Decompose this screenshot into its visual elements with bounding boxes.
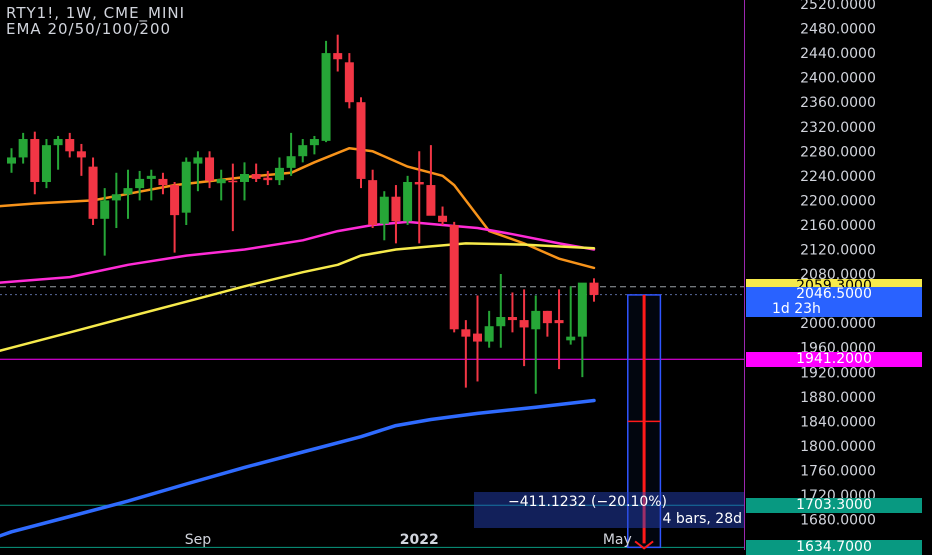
- candle-body: [507, 317, 517, 321]
- candle-body: [473, 333, 482, 342]
- x-tick-label: 2022: [400, 532, 439, 548]
- candle-body: [263, 177, 273, 181]
- x-tick-label: Sep: [185, 532, 212, 548]
- candle-body: [344, 62, 354, 103]
- candle-body: [240, 174, 249, 182]
- candle-body: [170, 185, 180, 216]
- y-tick-label: 1840.0000: [800, 414, 876, 430]
- ema100-line: [0, 242, 596, 353]
- candle-body: [519, 320, 529, 328]
- y-tick-label: 1880.0000: [800, 390, 876, 406]
- candle-body: [554, 320, 564, 324]
- candle-body: [449, 224, 459, 330]
- candle-body: [30, 139, 40, 182]
- price-tag: 1703.3000: [746, 497, 922, 513]
- candle-body: [426, 185, 436, 216]
- candle-body: [298, 145, 308, 157]
- candle-body: [53, 139, 63, 146]
- candle-body: [7, 157, 16, 164]
- candle-body: [181, 161, 191, 213]
- candle-body: [100, 200, 110, 219]
- candle-body: [286, 156, 296, 168]
- candle-body: [321, 53, 331, 141]
- y-tick-label: 2440.0000: [800, 46, 876, 62]
- price-chart[interactable]: 2520.0000 2480.0000 2440.0000 2400.0000 2360…: [0, 0, 932, 550]
- candle-body: [76, 151, 86, 158]
- y-tick-label: 2320.0000: [800, 120, 876, 136]
- candle-body: [228, 180, 238, 183]
- candle-body: [41, 145, 51, 182]
- candle-body: [18, 139, 28, 158]
- candle-body: [542, 310, 552, 324]
- candle-body: [403, 181, 413, 222]
- candle-body: [333, 53, 343, 60]
- y-tick-label: 1920.0000: [800, 365, 876, 381]
- candle-body: [274, 167, 284, 181]
- y-tick-label: 2240.0000: [800, 169, 876, 185]
- x-tick-label: May: [603, 532, 632, 548]
- candle-body: [158, 178, 168, 186]
- y-tick-label: 1680.0000: [800, 513, 876, 529]
- candle-body: [531, 310, 541, 330]
- price-tag: 1941.2000: [746, 351, 922, 367]
- candle-body: [193, 157, 203, 164]
- candle-body: [589, 282, 599, 295]
- y-tick-label: 2280.0000: [800, 144, 876, 160]
- candle-body: [438, 215, 448, 222]
- candle-body: [65, 139, 75, 152]
- y-tick-label: 1800.0000: [800, 439, 876, 455]
- y-tick-label: 2400.0000: [800, 71, 876, 87]
- y-tick-label: 2360.0000: [800, 95, 876, 111]
- y-tick-label: 2200.0000: [800, 193, 876, 209]
- candle-body: [414, 181, 424, 185]
- candle-body: [205, 157, 215, 181]
- candle-body: [123, 188, 133, 195]
- y-tick-label: 1760.0000: [800, 463, 876, 479]
- countdown-tag: 1d 23h: [746, 302, 922, 318]
- y-tick-label: 2120.0000: [800, 243, 876, 259]
- candle-body: [484, 326, 494, 342]
- y-tick-label: 2000.0000: [800, 316, 876, 332]
- y-tick-label: 2160.0000: [800, 218, 876, 234]
- measure-change-label: −411.1232 (−20.10%): [508, 494, 668, 510]
- candle-body: [135, 178, 145, 189]
- candle-body: [88, 166, 98, 219]
- price-tag: 1634.7000: [746, 539, 922, 555]
- price-tag: 2046.5000: [746, 287, 922, 303]
- candle-body: [496, 317, 506, 327]
- candle-body: [379, 196, 389, 224]
- candle-body: [146, 175, 156, 179]
- candle-body: [566, 336, 576, 341]
- ema50-line: [0, 220, 596, 284]
- candle-body: [309, 139, 319, 146]
- indicator-title: EMA 20/50/100/200: [6, 20, 172, 38]
- candle-body: [461, 329, 471, 337]
- candle-body: [356, 102, 366, 179]
- y-tick-label: 2480.0000: [800, 22, 876, 38]
- candle-body: [216, 178, 226, 184]
- candle-body: [368, 180, 378, 225]
- y-tick-label: 2520.0000: [800, 0, 876, 13]
- candle-body: [251, 174, 261, 179]
- candle-body: [577, 282, 587, 337]
- candle-body: [111, 194, 121, 201]
- measure-bars-label: 4 bars, 28d: [662, 511, 742, 527]
- candle-body: [391, 196, 401, 222]
